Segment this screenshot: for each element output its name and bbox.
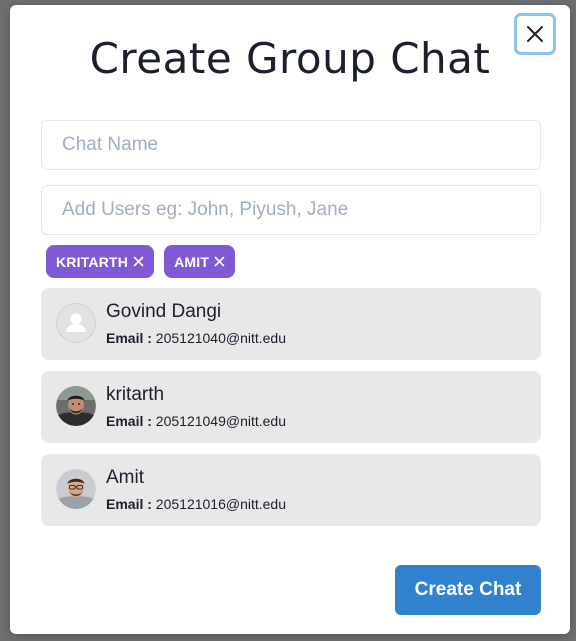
badge-label: KRITARTH <box>56 253 129 270</box>
add-users-input[interactable] <box>41 185 541 235</box>
close-icon[interactable] <box>133 256 144 267</box>
badge-label: AMIT <box>174 253 210 270</box>
list-item[interactable]: kritarth Email : 205121049@nitt.edu <box>41 371 541 443</box>
default-avatar-icon <box>56 303 96 343</box>
close-icon[interactable] <box>214 256 225 267</box>
create-group-chat-modal: Create Group Chat KRITARTH AMIT <box>10 5 570 634</box>
chat-name-input[interactable] <box>41 120 541 170</box>
list-item[interactable]: Govind Dangi Email : 205121040@nitt.edu <box>41 288 541 360</box>
modal-title: Create Group Chat <box>89 34 491 83</box>
user-email: Email : 205121040@nitt.edu <box>106 330 286 346</box>
email-label: Email : <box>106 496 152 512</box>
user-name: Amit <box>106 467 144 488</box>
user-badge-amit[interactable]: AMIT <box>164 245 236 278</box>
user-email: Email : 205121049@nitt.edu <box>106 413 286 429</box>
user-email: Email : 205121016@nitt.edu <box>106 496 286 512</box>
search-results-list: Govind Dangi Email : 205121040@nitt.edu … <box>41 288 541 537</box>
list-item[interactable]: Amit Email : 205121016@nitt.edu <box>41 454 541 526</box>
user-name: Govind Dangi <box>106 301 222 322</box>
avatar <box>56 386 96 426</box>
email-value: 205121016@nitt.edu <box>155 496 287 512</box>
email-value: 205121040@nitt.edu <box>155 330 287 346</box>
avatar <box>56 469 96 509</box>
email-label: Email : <box>106 330 152 346</box>
email-label: Email : <box>106 413 152 429</box>
email-value: 205121049@nitt.edu <box>155 413 287 429</box>
create-chat-button[interactable]: Create Chat <box>395 565 541 615</box>
user-name: kritarth <box>106 384 165 405</box>
selected-users-list: KRITARTH AMIT <box>46 245 236 278</box>
user-badge-kritarth[interactable]: KRITARTH <box>46 245 155 278</box>
